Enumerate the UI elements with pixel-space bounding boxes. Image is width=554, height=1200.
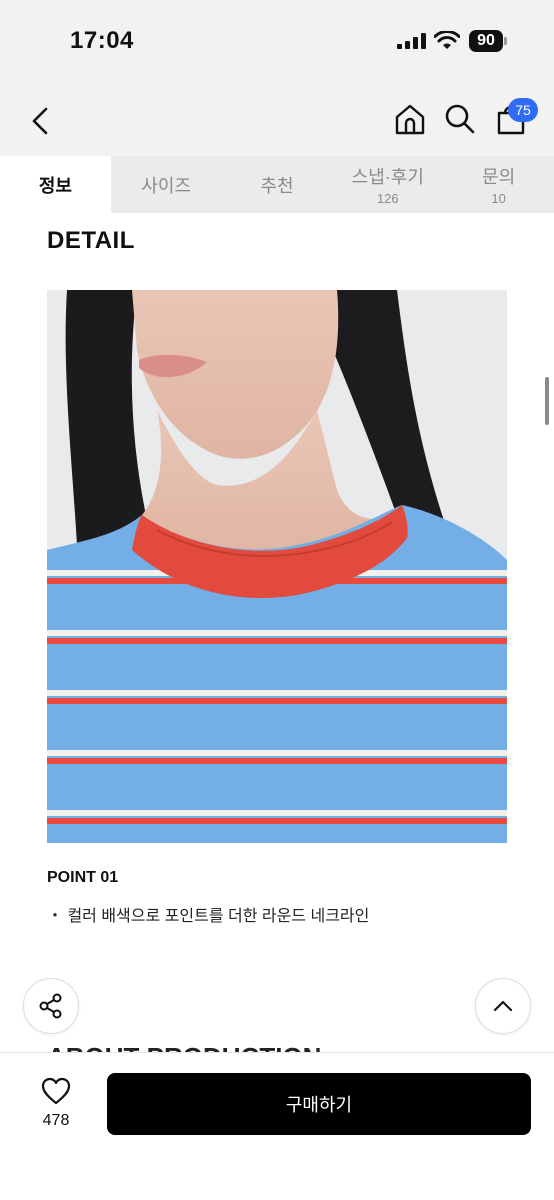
- home-icon[interactable]: [393, 102, 427, 136]
- share-icon: [39, 993, 62, 1019]
- tab-recommend[interactable]: 추천: [222, 156, 333, 213]
- signal-icon: [397, 33, 426, 49]
- scroll-top-button[interactable]: [475, 978, 531, 1034]
- status-time: 17:04: [70, 27, 134, 54]
- product-tabs: 정보 사이즈 추천 스냅·후기 126 문의 10: [0, 156, 554, 213]
- battery-icon: 90: [469, 30, 503, 52]
- tab-count: 126: [376, 191, 399, 206]
- tab-label: 스냅·후기: [351, 167, 424, 187]
- search-icon[interactable]: [444, 103, 476, 135]
- like-button[interactable]: 478: [28, 1077, 84, 1130]
- like-count: 478: [42, 1112, 70, 1129]
- nav-bar: [0, 90, 554, 156]
- status-bar: 17:04 90: [0, 0, 554, 90]
- point-description: ・ 컬러 배색으로 포인트를 더한 라운드 네크라인: [47, 908, 370, 925]
- tab-label: 추천: [260, 175, 294, 196]
- heart-icon: [41, 1077, 71, 1105]
- chevron-up-icon: [493, 1000, 513, 1012]
- tab-label: 문의: [482, 167, 516, 187]
- buy-button[interactable]: 구매하기: [107, 1073, 531, 1135]
- tab-label: 정보: [38, 175, 72, 196]
- product-detail-image: [47, 290, 507, 843]
- wifi-icon: [434, 31, 460, 49]
- section-title: DETAIL: [47, 227, 135, 254]
- battery-tip: [504, 37, 507, 45]
- tab-count: 10: [491, 191, 506, 206]
- point-title: POINT 01: [47, 869, 119, 886]
- tab-inquiry[interactable]: 문의 10: [443, 156, 554, 213]
- tab-snap-review[interactable]: 스냅·후기 126: [332, 156, 443, 213]
- back-arrow-icon[interactable]: [26, 105, 54, 137]
- tab-info[interactable]: 정보: [0, 156, 111, 213]
- share-button[interactable]: [23, 978, 79, 1034]
- cart-count-badge: 75: [508, 98, 538, 122]
- tab-label: 사이즈: [141, 175, 192, 196]
- scroll-indicator: [545, 377, 549, 425]
- tab-size[interactable]: 사이즈: [111, 156, 222, 213]
